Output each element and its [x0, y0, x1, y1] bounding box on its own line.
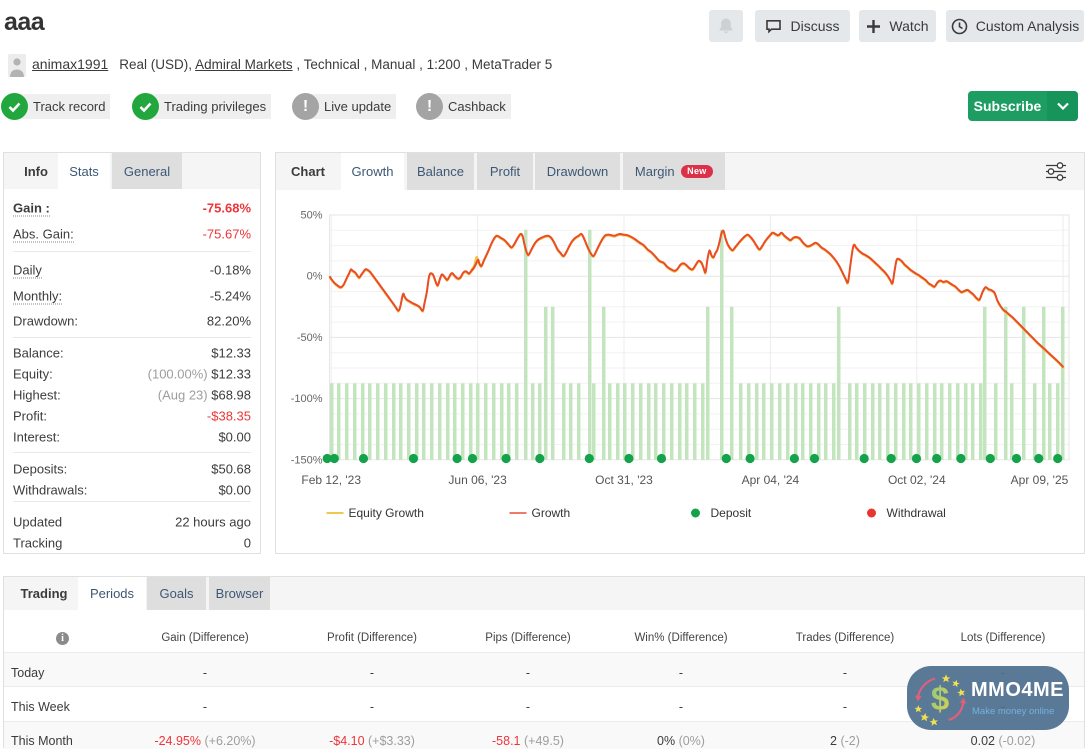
svg-text:Apr 09, '25: Apr 09, '25: [1011, 473, 1069, 487]
svg-text:Apr 04, '24: Apr 04, '24: [742, 473, 800, 487]
svg-text:Jun 06, '23: Jun 06, '23: [448, 473, 507, 487]
svg-text:Equity Growth: Equity Growth: [349, 506, 424, 520]
svg-text:Oct 31, '23: Oct 31, '23: [595, 473, 653, 487]
svg-text:-50%: -50%: [297, 332, 323, 344]
svg-text:Growth: Growth: [532, 506, 571, 520]
svg-text:Withdrawal: Withdrawal: [887, 506, 946, 520]
svg-text:$: $: [931, 680, 949, 717]
svg-text:0%: 0%: [307, 271, 323, 283]
svg-text:50%: 50%: [300, 210, 322, 222]
svg-text:Feb 12, '23: Feb 12, '23: [301, 473, 361, 487]
svg-text:-100%: -100%: [291, 393, 323, 405]
svg-text:Oct 02, '24: Oct 02, '24: [888, 473, 946, 487]
svg-text:-150%: -150%: [291, 454, 323, 466]
svg-text:Deposit: Deposit: [711, 506, 752, 520]
